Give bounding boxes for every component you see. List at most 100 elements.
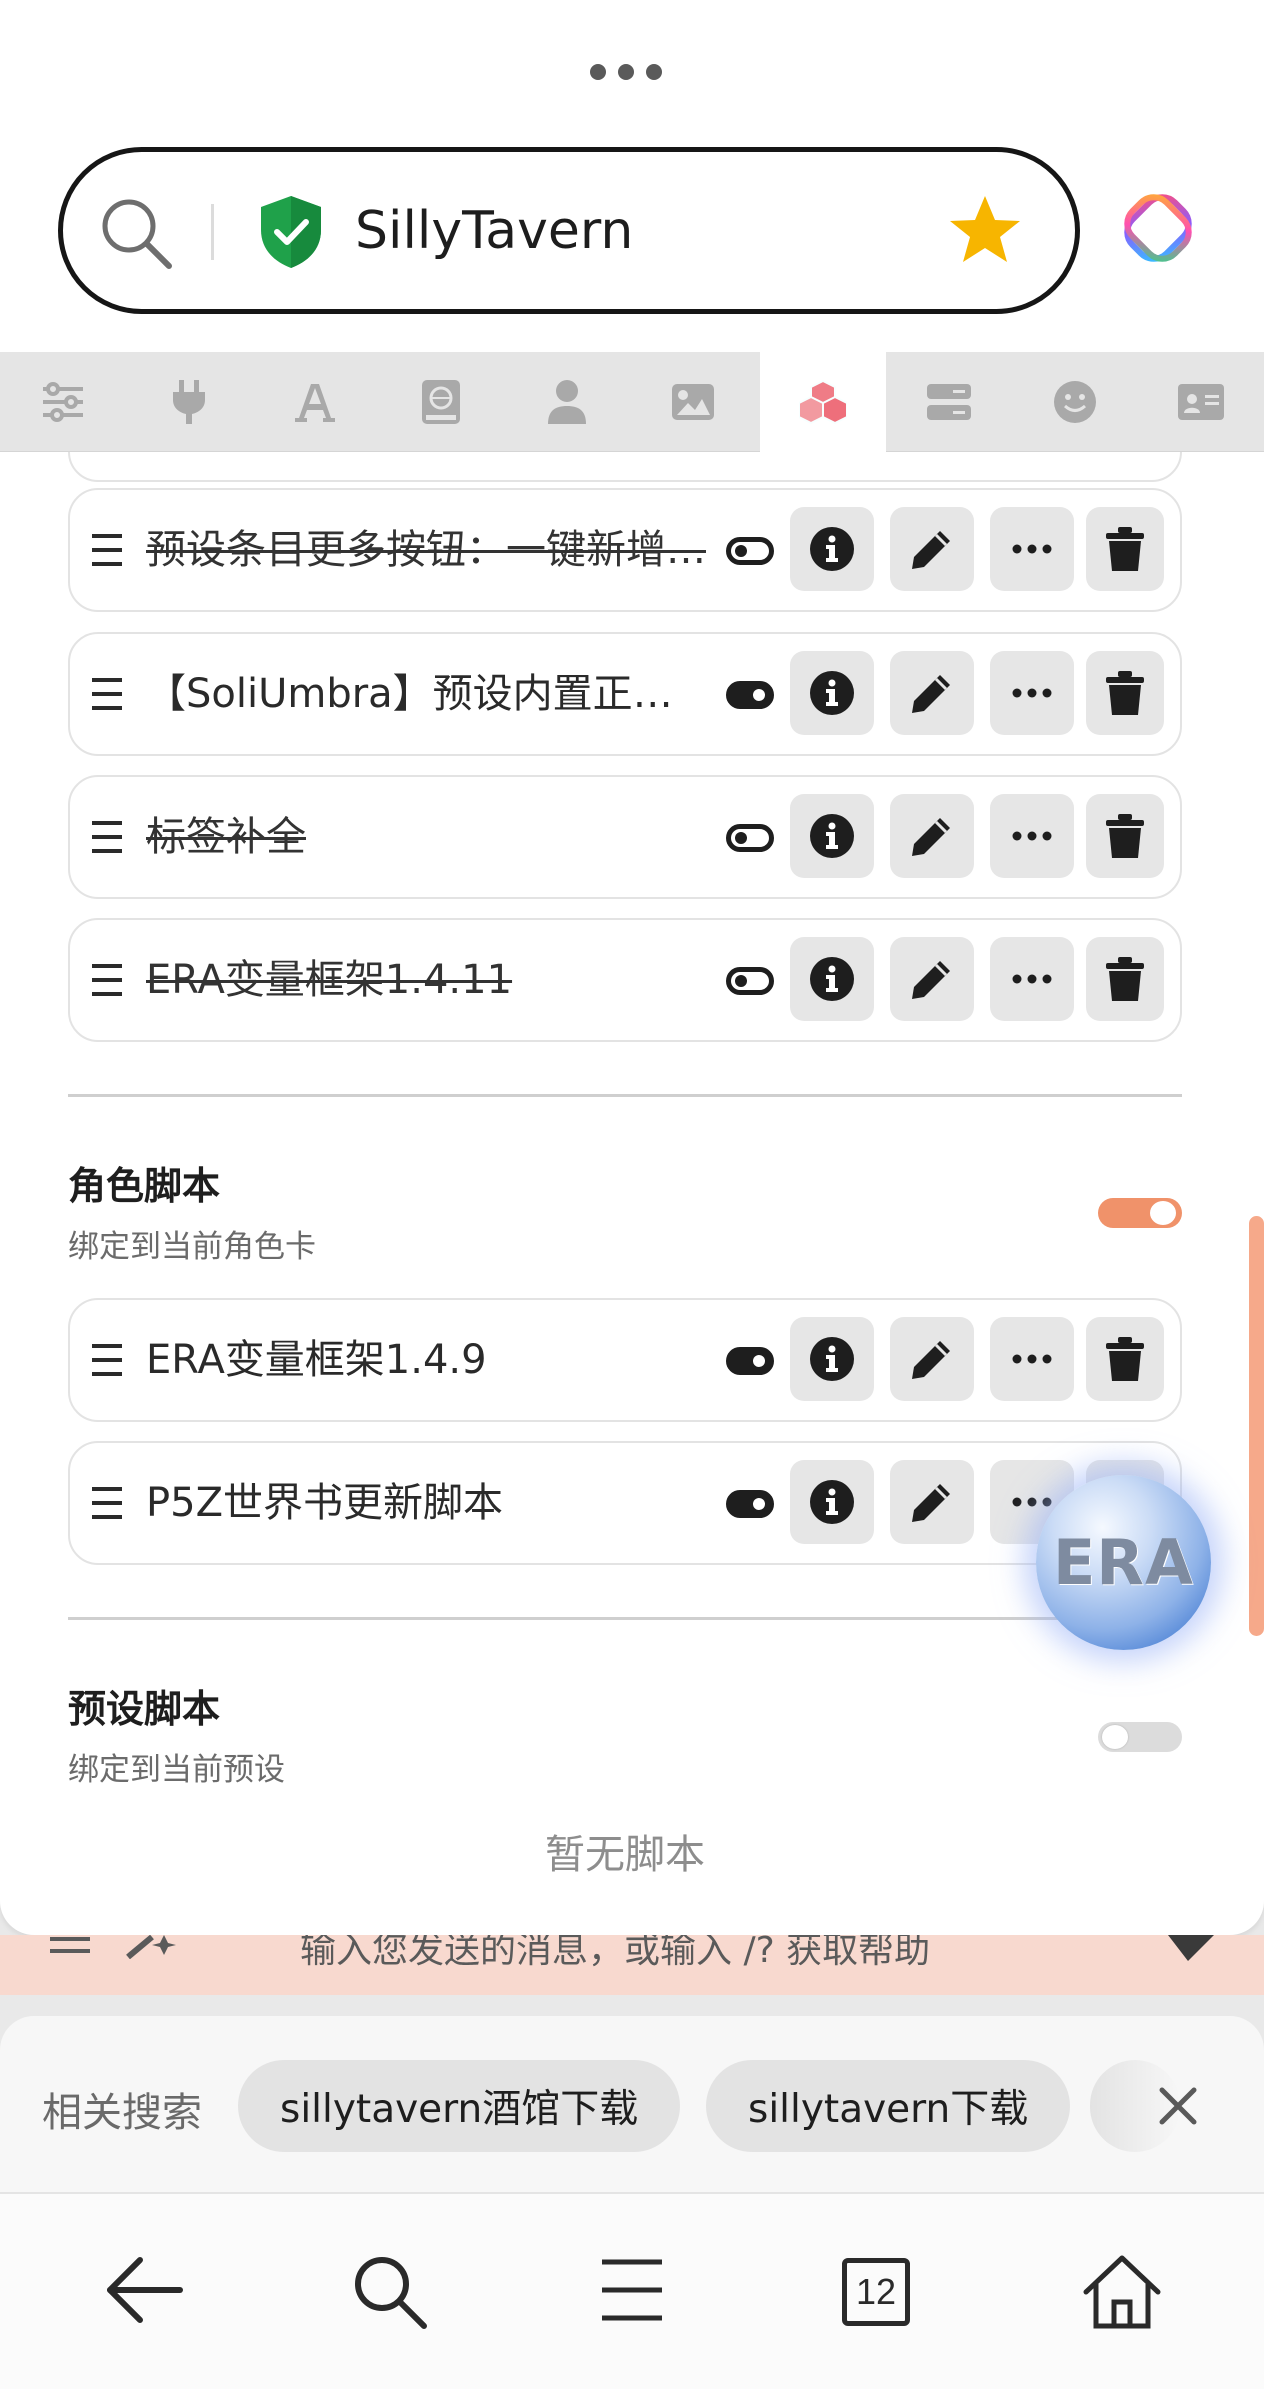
menu-icon[interactable]: [48, 1935, 92, 1955]
edit-button[interactable]: [890, 651, 974, 735]
info-button[interactable]: [790, 651, 874, 735]
tab-plug[interactable]: [126, 352, 252, 452]
tab-id-card[interactable]: [1138, 352, 1264, 452]
script-row[interactable]: 预设条目更多按钮：一键新增…: [68, 488, 1182, 612]
related-search-chip[interactable]: sillytavern下载: [706, 2060, 1071, 2152]
tab-count-button[interactable]: 12: [842, 2258, 910, 2326]
script-row[interactable]: 标签补全: [68, 775, 1182, 899]
info-button[interactable]: [790, 1317, 874, 1401]
delete-button[interactable]: [1086, 794, 1164, 878]
more-button[interactable]: [990, 937, 1074, 1021]
chat-input-bar[interactable]: 输入您发送的消息，或输入 /? 获取帮助: [0, 1935, 1264, 1995]
magic-wand-icon[interactable]: [124, 1935, 180, 1959]
preset-scripts-toggle[interactable]: [1098, 1722, 1182, 1752]
tab-book[interactable]: [378, 352, 504, 452]
character-scripts-toggle[interactable]: [1098, 1198, 1182, 1228]
image-icon: [672, 384, 714, 420]
era-floating-button[interactable]: ERA: [1036, 1475, 1211, 1650]
section-divider: [68, 1094, 1182, 1097]
book-icon: [422, 380, 460, 424]
related-search-label: 相关搜索: [42, 2090, 202, 2136]
script-toggle[interactable]: [726, 1347, 774, 1375]
drag-handle-icon[interactable]: [90, 528, 124, 572]
ellipsis-icon: [1012, 1354, 1052, 1364]
info-button[interactable]: [790, 507, 874, 591]
tab-font[interactable]: [252, 352, 378, 452]
ellipsis-icon: [1012, 1497, 1052, 1507]
delete-button[interactable]: [1086, 937, 1164, 1021]
drag-handle-icon[interactable]: [90, 958, 124, 1002]
delete-button[interactable]: [1086, 651, 1164, 735]
tab-user[interactable]: [504, 352, 630, 452]
character-section-subtitle: 绑定到当前角色卡: [68, 1229, 316, 1265]
drag-handle-icon[interactable]: [90, 1481, 124, 1525]
search-icon[interactable]: [99, 196, 175, 272]
server-icon: [927, 384, 971, 420]
site-title: SillyTavern: [355, 201, 634, 261]
send-icon[interactable]: [1168, 1935, 1218, 1961]
chat-input-placeholder: 输入您发送的消息，或输入 /? 获取帮助: [300, 1935, 931, 1971]
era-orb-label: ERA: [1052, 1526, 1195, 1599]
ai-app-icon[interactable]: [1122, 192, 1194, 264]
script-toggle[interactable]: [726, 681, 774, 709]
info-button[interactable]: [790, 794, 874, 878]
edit-button[interactable]: [890, 937, 974, 1021]
ellipsis-icon: [1012, 688, 1052, 698]
delete-button[interactable]: [1086, 507, 1164, 591]
scripts-panel: 预设条目更多按钮：一键新增… 【SoliUmbra】预设内置正则… 标签补全 E…: [0, 452, 1264, 1935]
edit-button[interactable]: [890, 1317, 974, 1401]
home-icon[interactable]: [1082, 2254, 1162, 2330]
pencil-icon: [912, 1484, 950, 1522]
edit-button[interactable]: [890, 794, 974, 878]
tab-server[interactable]: [886, 352, 1012, 452]
script-toggle[interactable]: [726, 1490, 774, 1518]
plug-icon: [173, 380, 205, 424]
address-bar[interactable]: SillyTavern: [58, 147, 1080, 314]
close-icon[interactable]: [1158, 2086, 1198, 2126]
tab-emoji[interactable]: [1012, 352, 1138, 452]
pencil-icon: [912, 531, 950, 569]
drag-handle-icon[interactable]: [90, 672, 124, 716]
info-icon: [810, 1480, 854, 1524]
more-button[interactable]: [990, 507, 1074, 591]
more-dots-icon[interactable]: [590, 64, 662, 82]
edit-button[interactable]: [890, 1460, 974, 1544]
menu-icon[interactable]: [600, 2254, 664, 2326]
trash-icon: [1106, 814, 1144, 858]
script-row[interactable]: 【SoliUmbra】预设内置正则…: [68, 632, 1182, 756]
info-icon: [810, 1337, 854, 1381]
search-icon[interactable]: [352, 2254, 428, 2330]
script-name: P5Z世界书更新脚本: [146, 1480, 503, 1526]
more-button[interactable]: [990, 1317, 1074, 1401]
back-arrow-icon[interactable]: [104, 2254, 184, 2326]
info-icon: [810, 527, 854, 571]
script-toggle[interactable]: [726, 537, 774, 565]
tab-scripts[interactable]: [760, 352, 886, 452]
script-name: ERA变量框架1.4.11: [146, 957, 513, 1003]
scrollbar[interactable]: [1249, 1216, 1264, 1636]
drag-handle-icon[interactable]: [90, 815, 124, 859]
more-button[interactable]: [990, 794, 1074, 878]
tab-sliders[interactable]: [0, 352, 126, 452]
drag-handle-icon[interactable]: [90, 1338, 124, 1382]
script-name: ERA变量框架1.4.9: [146, 1337, 487, 1383]
script-row[interactable]: P5Z世界书更新脚本: [68, 1441, 1182, 1565]
script-toggle[interactable]: [726, 967, 774, 995]
tab-image[interactable]: [630, 352, 756, 452]
script-row: [68, 452, 1182, 482]
script-row[interactable]: ERA变量框架1.4.11: [68, 918, 1182, 1042]
info-button[interactable]: [790, 937, 874, 1021]
smile-icon: [1054, 381, 1096, 423]
script-row[interactable]: ERA变量框架1.4.9: [68, 1298, 1182, 1422]
delete-button[interactable]: [1086, 1317, 1164, 1401]
related-search-bar: 相关搜索 sillytavern酒馆下载 sillytavern下载: [0, 2016, 1264, 2192]
more-button[interactable]: [990, 651, 1074, 735]
pencil-icon: [912, 675, 950, 713]
related-search-chip[interactable]: sillytavern酒馆下载: [238, 2060, 681, 2152]
info-button[interactable]: [790, 1460, 874, 1544]
script-toggle[interactable]: [726, 824, 774, 852]
star-icon[interactable]: [947, 192, 1023, 268]
edit-button[interactable]: [890, 507, 974, 591]
trash-icon: [1106, 527, 1144, 571]
pencil-icon: [912, 1341, 950, 1379]
